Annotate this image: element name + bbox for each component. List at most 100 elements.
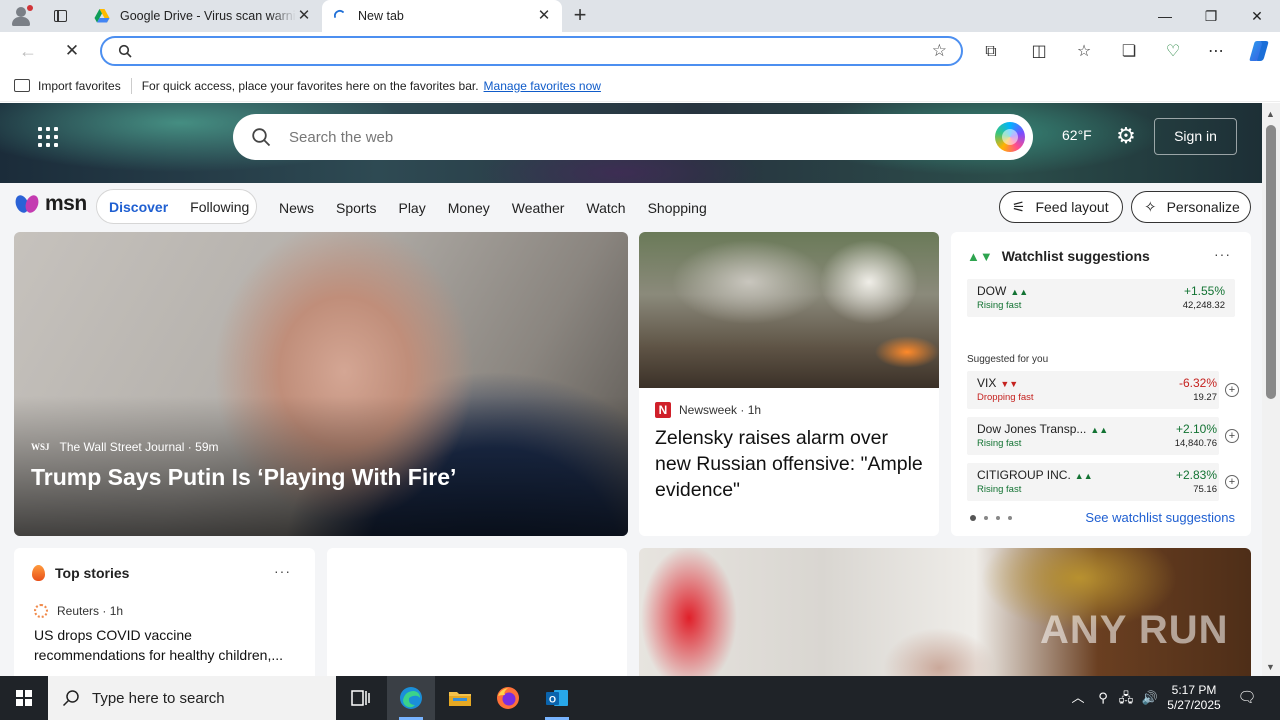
trend-up-icon: ▲▲ (1090, 425, 1109, 435)
svg-text:O: O (549, 695, 556, 705)
windows-logo-icon (16, 690, 32, 706)
nav-play[interactable]: Play (398, 200, 425, 216)
story-card[interactable]: N Newsweek · 1h Zelensky raises alarm ov… (639, 232, 939, 536)
story-image (639, 232, 939, 388)
start-button[interactable] (0, 676, 48, 720)
more-icon[interactable]: ⋯ (1205, 41, 1227, 63)
import-favorites-label: Import favorites (38, 78, 121, 93)
stock-status: Dropping fast (977, 392, 1034, 403)
top-stories-title: Top stories (55, 565, 130, 581)
manage-favorites-link[interactable]: Manage favorites now (484, 79, 601, 93)
more-options-button[interactable]: ··· (1214, 246, 1231, 262)
taskbar-edge[interactable] (387, 676, 435, 720)
taskbar-search[interactable] (48, 676, 336, 720)
carousel-dots[interactable] (970, 515, 1020, 521)
tab-new-tab[interactable]: New tab ✕ (322, 0, 562, 32)
show-hidden-icons[interactable]: ︿ (1068, 688, 1088, 708)
favorites-icon[interactable]: ☆ (1073, 41, 1095, 63)
nav-shopping[interactable]: Shopping (648, 200, 707, 216)
split-screen-icon[interactable]: ◫ (1028, 41, 1050, 63)
story-headline[interactable]: Zelensky raises alarm over new Russian o… (655, 425, 925, 503)
story-source: N Newsweek · 1h (655, 402, 761, 418)
stock-row[interactable]: CITIGROUP INC. ▲▲ Rising fast +2.83% 75.1… (967, 463, 1239, 501)
app-launcher-icon[interactable] (38, 127, 58, 147)
tab-google-drive[interactable]: Google Drive - Virus scan warning ✕ (84, 0, 322, 32)
system-clock[interactable]: 5:17 PM 5/27/2025 (1164, 683, 1224, 713)
stock-change: +2.83% (1175, 468, 1217, 482)
more-options-button[interactable]: ··· (274, 563, 291, 579)
nav-sports[interactable]: Sports (336, 200, 376, 216)
tab-title: Google Drive - Virus scan warning (120, 9, 296, 23)
extensions-icon[interactable]: ⧉ (980, 41, 1002, 63)
web-search-input[interactable] (289, 126, 969, 148)
sign-in-button[interactable]: Sign in (1154, 118, 1237, 155)
close-window-button[interactable]: ✕ (1234, 0, 1280, 32)
msn-new-tab-page: 62°F ⚙ Sign in msn Discover Following Ne… (0, 103, 1262, 676)
top-stories-card: Top stories ··· Reuters · 1h US drops CO… (14, 548, 315, 676)
nav-watch[interactable]: Watch (586, 200, 625, 216)
close-tab-icon[interactable]: ✕ (536, 8, 552, 24)
add-to-watchlist-icon[interactable]: + (1225, 383, 1239, 397)
settings-gear-icon[interactable]: ⚙ (1114, 124, 1138, 148)
nav-news[interactable]: News (279, 200, 314, 216)
personalize-button[interactable]: ✧ Personalize (1131, 191, 1251, 223)
scroll-down-arrow[interactable]: ▼ (1266, 662, 1275, 672)
close-tab-icon[interactable]: ✕ (296, 8, 312, 24)
stock-status: Rising fast (977, 300, 1022, 311)
weather-temperature[interactable]: 62°F (1062, 127, 1092, 143)
back-button[interactable]: ← (14, 38, 42, 64)
notifications-icon[interactable]: 🗨 (1236, 688, 1258, 708)
taskbar-search-input[interactable] (92, 689, 332, 707)
page-scrollbar[interactable]: ▲ ▼ (1262, 103, 1280, 676)
favorites-bar: Import favorites For quick access, place… (0, 70, 1280, 102)
search-icon (118, 44, 132, 58)
tab-discover[interactable]: Discover (109, 199, 168, 215)
story-headline[interactable]: Trump Says Putin Is ‘Playing With Fire’ (31, 464, 456, 491)
profile-icon[interactable] (8, 4, 34, 28)
restore-button[interactable]: ❐ (1188, 0, 1234, 32)
add-to-watchlist-icon[interactable]: + (1225, 429, 1239, 443)
feed-layout-button[interactable]: ⚟ Feed layout (999, 191, 1123, 223)
stock-row[interactable]: Dow Jones Transp... ▲▲ Rising fast +2.10%… (967, 417, 1239, 455)
taskbar-file-explorer[interactable] (436, 676, 484, 720)
scroll-up-arrow[interactable]: ▲ (1266, 109, 1275, 119)
network-icon[interactable]: 🖧 (1116, 688, 1136, 708)
taskbar-firefox[interactable] (484, 676, 532, 720)
stop-loading-button[interactable]: ✕ (58, 38, 86, 64)
search-icon (252, 128, 271, 147)
empty-card (327, 548, 627, 676)
stock-status: Rising fast (977, 438, 1022, 449)
new-tab-button[interactable]: + (568, 4, 592, 28)
nav-weather[interactable]: Weather (512, 200, 565, 216)
stock-row-dow[interactable]: DOW ▲▲ Rising fast +1.55% 42,248.32 (967, 279, 1235, 317)
task-view-button[interactable] (336, 676, 384, 720)
scrollbar-thumb[interactable] (1266, 125, 1276, 399)
address-input[interactable] (142, 41, 902, 61)
tab-actions-icon[interactable] (50, 6, 70, 26)
tab-following[interactable]: Following (190, 199, 249, 215)
volume-icon[interactable]: 🔊 (1140, 688, 1160, 708)
collections-icon[interactable]: ❏ (1118, 41, 1140, 63)
address-bar[interactable]: ☆ (100, 36, 963, 66)
add-to-watchlist-icon[interactable]: + (1225, 475, 1239, 489)
story-headline[interactable]: US drops COVID vaccine recommendations f… (34, 625, 296, 665)
minimize-button[interactable]: — (1142, 0, 1188, 32)
favorite-star-icon[interactable]: ☆ (932, 41, 947, 61)
story-source: Reuters · 1h (34, 604, 123, 618)
google-drive-icon (94, 9, 110, 23)
performance-icon[interactable]: ♡ (1162, 41, 1184, 63)
divider (130, 77, 132, 94)
clock-time: 5:17 PM (1171, 683, 1217, 697)
device-icon[interactable]: ⚲ (1093, 688, 1113, 708)
lead-story-card[interactable]: WSJ The Wall Street Journal · 59m Trump … (14, 232, 628, 536)
web-search-box[interactable] (233, 114, 1033, 160)
import-favorites-button[interactable]: Import favorites (14, 79, 121, 93)
copilot-search-icon[interactable] (995, 122, 1025, 152)
watermark: ANY RUN (1040, 608, 1229, 652)
taskbar-outlook[interactable]: O (533, 676, 581, 720)
see-watchlist-link[interactable]: See watchlist suggestions (1085, 510, 1235, 525)
nav-money[interactable]: Money (448, 200, 490, 216)
msn-logo[interactable]: msn (13, 192, 87, 216)
copilot-icon[interactable] (1246, 38, 1272, 64)
stock-row[interactable]: VIX ▼▼ Dropping fast -6.32% 19.27 + (967, 371, 1239, 409)
